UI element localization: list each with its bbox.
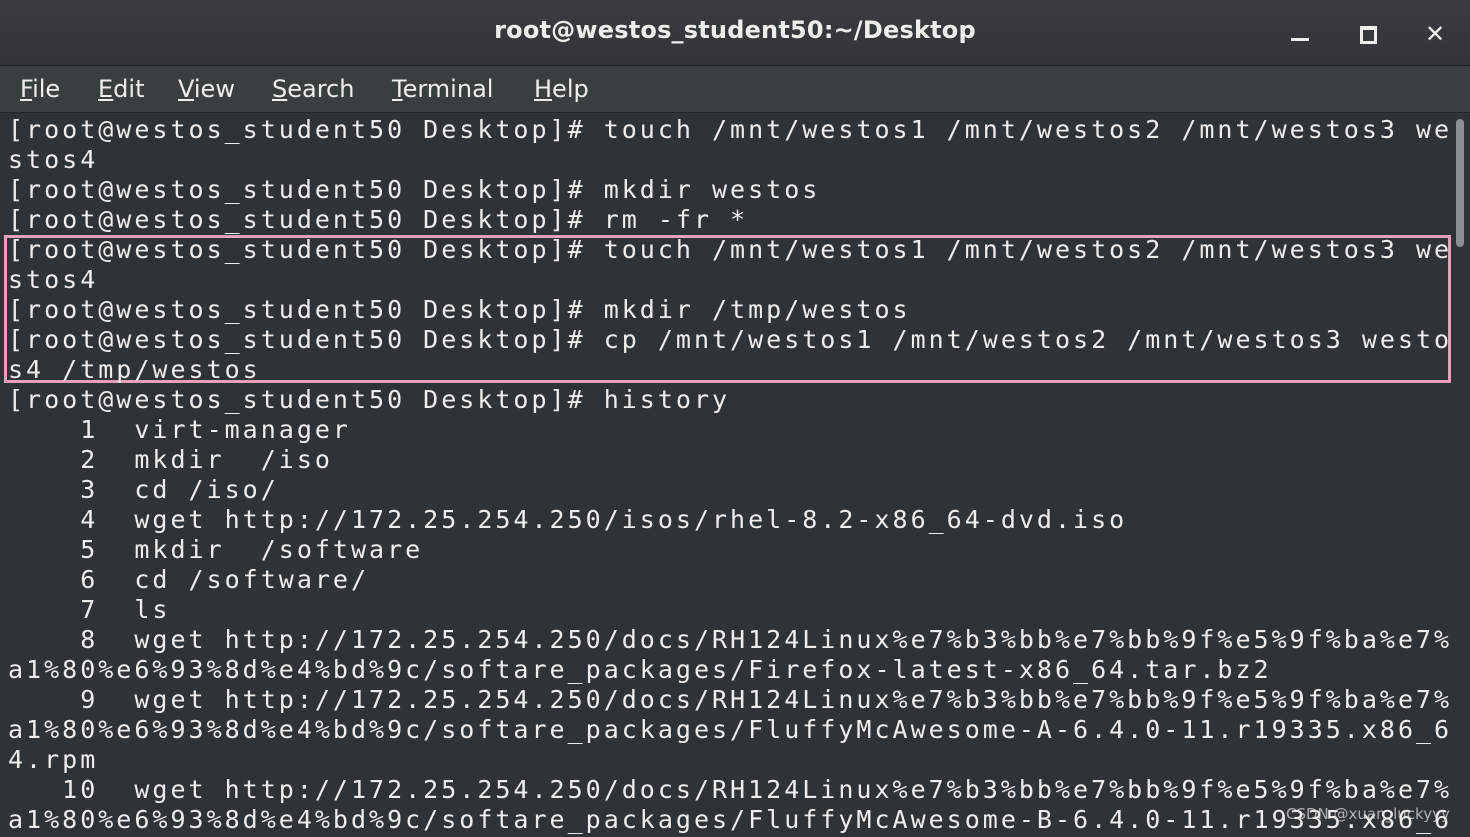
terminal-line: 1 virt-manager (8, 415, 351, 444)
terminal-line: 2 mkdir /iso (8, 445, 333, 474)
menu-file[interactable]: File (20, 75, 60, 103)
terminal-line: [root@westos_student50 Desktop]# mkdir /… (8, 295, 911, 324)
terminal-line: [root@westos_student50 Desktop]# touch /… (8, 235, 1452, 264)
terminal-line: 7 ls (8, 595, 171, 624)
terminal-line: 4 wget http://172.25.254.250/isos/rhel-8… (8, 505, 1128, 534)
minimize-icon (1291, 38, 1309, 41)
terminal-output[interactable]: [root@westos_student50 Desktop]# touch /… (0, 113, 1452, 837)
terminal-line: [root@westos_student50 Desktop]# mkdir w… (8, 175, 821, 204)
menu-view[interactable]: View (178, 75, 235, 103)
menu-search[interactable]: Search (272, 75, 354, 103)
close-button[interactable]: ✕ (1417, 16, 1453, 52)
terminal-line: stos4 (8, 145, 99, 174)
terminal-line: 3 cd /iso/ (8, 475, 279, 504)
terminal-line: 9 wget http://172.25.254.250/docs/RH124L… (8, 685, 1452, 714)
watermark: CSDN @xuan_luckyyy (1286, 805, 1450, 823)
scrollbar-thumb[interactable] (1456, 119, 1464, 247)
terminal-line: [root@westos_student50 Desktop]# cp /mnt… (8, 325, 1452, 354)
minimize-button[interactable] (1282, 16, 1318, 52)
title-bar[interactable]: root@westos_student50:~/Desktop ✕ (0, 0, 1470, 66)
terminal-line: 10 wget http://172.25.254.250/docs/RH124… (8, 775, 1452, 804)
terminal-line: a1%80%e6%93%8d%e4%bd%9c/softare_packages… (8, 655, 1272, 684)
menu-bar: File Edit View Search Terminal Help (0, 66, 1470, 113)
terminal-window: root@westos_student50:~/Desktop ✕ File E… (0, 0, 1470, 837)
terminal-line: stos4 (8, 265, 99, 294)
terminal-line: [root@westos_student50 Desktop]# rm -fr … (8, 205, 749, 234)
maximize-icon (1360, 26, 1377, 44)
terminal-line: 8 wget http://172.25.254.250/docs/RH124L… (8, 625, 1452, 654)
terminal-line: a1%80%e6%93%8d%e4%bd%9c/softare_packages… (8, 805, 1452, 834)
close-icon: ✕ (1424, 20, 1446, 48)
terminal-line: [root@westos_student50 Desktop]# history (8, 385, 731, 414)
menu-help[interactable]: Help (534, 75, 589, 103)
terminal-line: 6 cd /software/ (8, 565, 370, 594)
terminal-line: a1%80%e6%93%8d%e4%bd%9c/softare_packages… (8, 715, 1452, 744)
vertical-scrollbar[interactable] (1452, 113, 1470, 837)
terminal-line: 4.rpm (8, 745, 99, 774)
terminal-line: [root@westos_student50 Desktop]# touch /… (8, 115, 1452, 144)
maximize-button[interactable] (1349, 16, 1385, 52)
terminal-line: 5 mkdir /software (8, 535, 424, 564)
menu-edit[interactable]: Edit (98, 75, 144, 103)
terminal-line: s4 /tmp/westos (8, 355, 261, 384)
window-title: root@westos_student50:~/Desktop (494, 16, 976, 44)
menu-terminal[interactable]: Terminal (392, 75, 493, 103)
